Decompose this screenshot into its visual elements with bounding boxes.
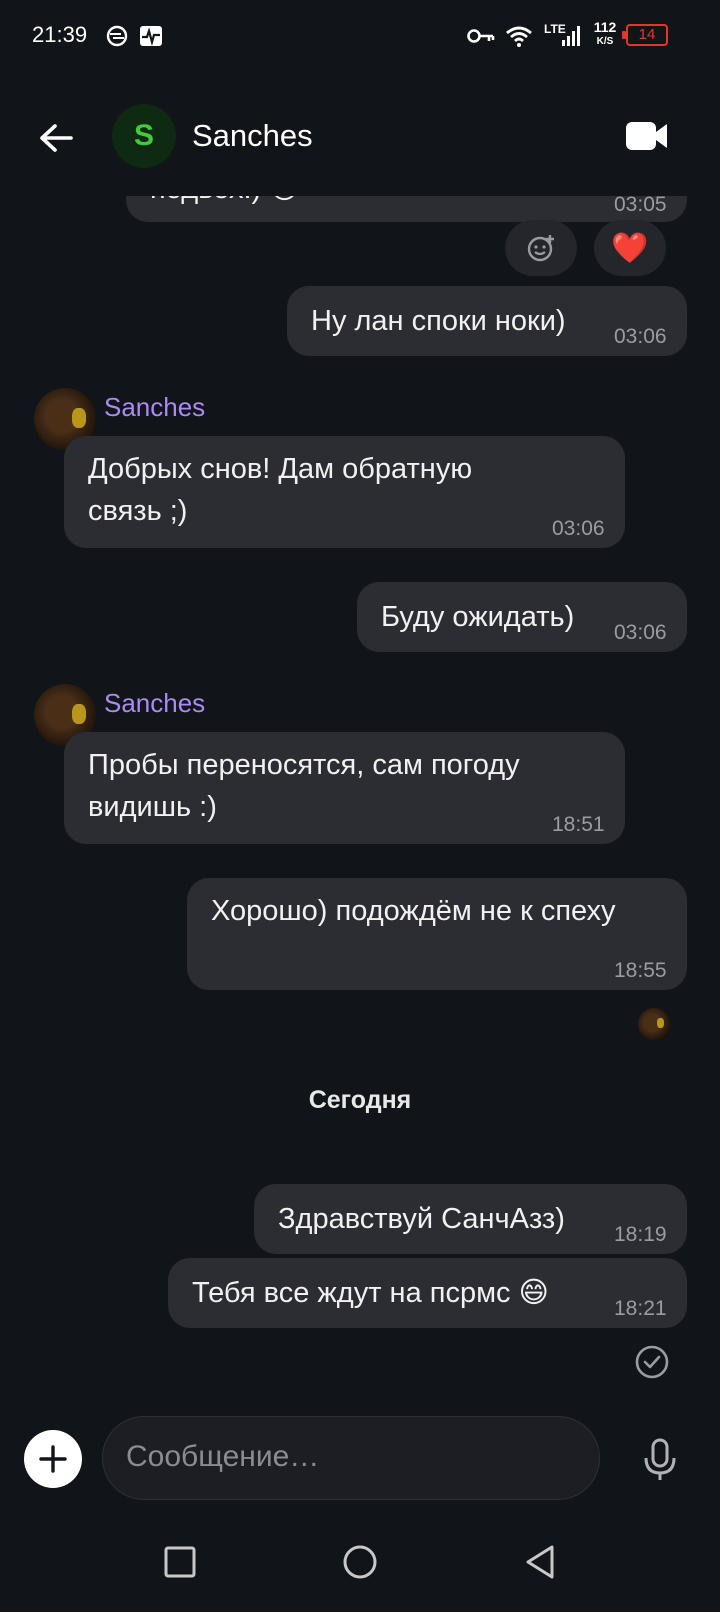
contact-name[interactable]: Sanches (192, 118, 313, 154)
message-bubble-outgoing[interactable]: Тебя все ждут на псрмс 😄 18:21 (168, 1258, 687, 1328)
wifi-icon (504, 24, 534, 48)
message-bubble-outgoing[interactable]: Буду ожидать) 03:06 (357, 582, 687, 652)
message-time: 18:51 (552, 813, 605, 836)
microphone-icon (644, 1438, 676, 1480)
attach-button[interactable] (24, 1430, 82, 1488)
message-time: 18:19 (614, 1223, 667, 1246)
recents-button[interactable] (158, 1540, 202, 1584)
video-call-button[interactable] (620, 112, 674, 160)
sender-name[interactable]: Sanches (104, 688, 205, 719)
reaction-heart[interactable]: ❤️ (594, 220, 666, 276)
message-bubble-incoming[interactable]: Пробы переносятся, сам погоду видишь :) … (64, 732, 625, 844)
voice-message-button[interactable] (636, 1432, 684, 1488)
delivery-status (634, 1344, 670, 1380)
recents-square-icon (164, 1546, 196, 1578)
message-text-line: видишь :) (88, 791, 217, 823)
message-bubble-outgoing[interactable]: Хорошо) подождём не к спеху 18:55 (187, 878, 687, 990)
message-text-line: связь ;) (88, 495, 188, 527)
add-reaction-icon (527, 235, 554, 262)
back-button[interactable] (30, 112, 82, 164)
message-list[interactable]: подвох!) 😉 03:05 ❤️ Ну лан споки ноки) 0… (0, 196, 720, 1392)
message-text: Хорошо) подождём не к спеху (211, 895, 616, 927)
back-arrow-icon (40, 124, 73, 152)
message-time: 18:21 (614, 1297, 667, 1320)
date-separator: Сегодня (308, 1086, 412, 1114)
add-icon (39, 1445, 67, 1473)
status-time: 21:39 (32, 22, 88, 47)
message-text-line: Пробы переносятся, сам погоду (88, 749, 520, 781)
battery-level: 14 (638, 26, 656, 43)
activity-icon (138, 24, 164, 48)
message-text-line: Добрых снов! Дам обратную (88, 453, 473, 485)
sender-name[interactable]: Sanches (104, 392, 205, 423)
message-text: Здравствуй СанчАзз) (278, 1203, 565, 1235)
nav-back-button[interactable] (518, 1540, 562, 1584)
chat-header (0, 96, 720, 176)
read-receipt-avatar (638, 1008, 670, 1040)
message-bubble-outgoing[interactable]: Ну лан споки ноки) 03:06 (287, 286, 687, 356)
message-text: Буду ожидать) (381, 601, 575, 633)
battery-icon: 14 (622, 24, 668, 46)
signal-icon (560, 24, 584, 48)
message-bubble-incoming[interactable]: Добрых снов! Дам обратную связь ;) 03:06 (64, 436, 625, 548)
message-text: Ну лан споки ноки) (311, 305, 566, 337)
back-triangle-icon (526, 1545, 554, 1579)
sync-icon (104, 24, 130, 48)
message-time: 18:55 (614, 959, 667, 982)
message-time: 03:06 (552, 517, 605, 540)
net-speed-value: 112 (593, 19, 617, 35)
check-circle-icon (635, 1345, 669, 1379)
message-text: подвох!) 😉 (150, 196, 300, 210)
video-call-icon (626, 122, 667, 150)
home-circle-icon (343, 1545, 377, 1579)
message-bubble-incoming[interactable]: подвох!) 😉 03:05 (126, 196, 687, 222)
message-time: 03:06 (614, 325, 667, 348)
message-text: Тебя все ждут на псрмс 😄 (192, 1277, 549, 1309)
vpn-key-icon (466, 24, 496, 48)
message-time: 03:06 (614, 621, 667, 644)
status-bar: 21:39 LTE 112 K/S 14 (0, 0, 720, 72)
home-button[interactable] (338, 1540, 382, 1584)
contact-avatar[interactable]: S (112, 104, 176, 168)
message-bubble-outgoing[interactable]: Здравствуй СанчАзз) 18:19 (254, 1184, 687, 1254)
message-input-placeholder[interactable]: Сообщение… (126, 1440, 319, 1474)
net-speed-unit: K/S (596, 36, 614, 47)
add-reaction-button[interactable] (505, 220, 577, 276)
